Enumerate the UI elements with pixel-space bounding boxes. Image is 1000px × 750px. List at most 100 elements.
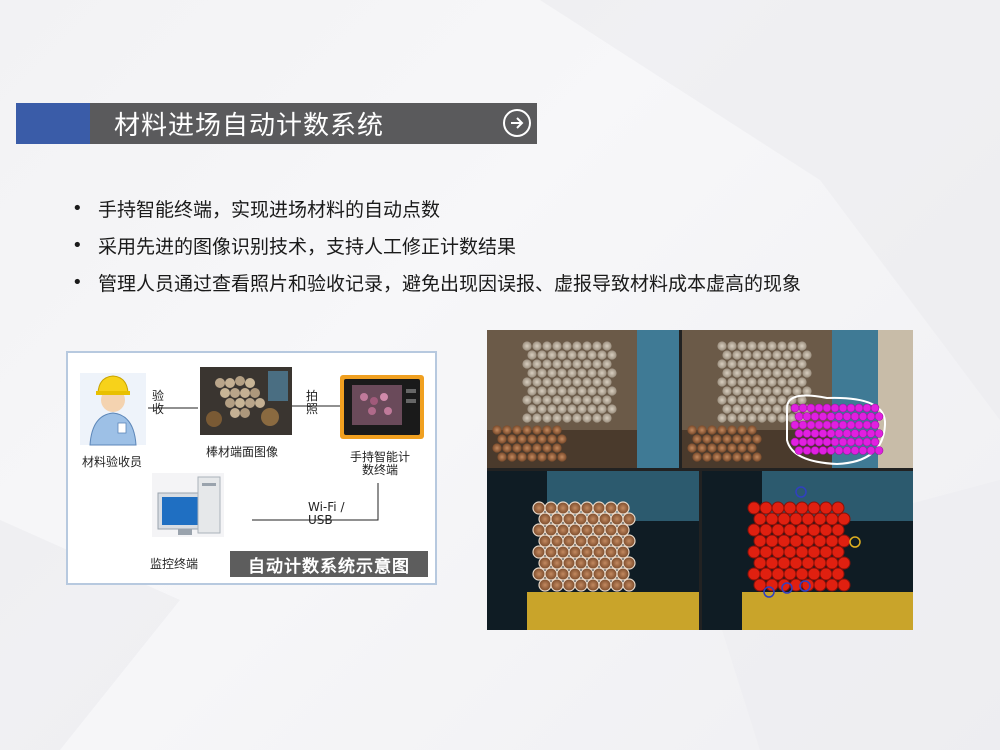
rebar-end xyxy=(568,545,582,559)
detection-marker xyxy=(771,501,785,515)
rebar-end xyxy=(567,368,577,378)
worker-icon xyxy=(80,373,146,446)
detection-marker xyxy=(826,446,836,455)
rebar-end xyxy=(692,434,702,444)
rebar-end xyxy=(757,413,767,423)
rebar-end xyxy=(592,523,606,537)
rebar-end xyxy=(737,341,747,351)
rebar-end xyxy=(782,386,792,396)
rebar-end xyxy=(622,534,636,548)
rebar-end xyxy=(762,368,772,378)
rebar-end xyxy=(752,368,762,378)
rebar-end xyxy=(767,395,777,405)
detection-marker xyxy=(846,437,856,447)
detection-marker xyxy=(842,412,852,421)
list-item: • 管理人员通过查看照片和验收记录，避免出现因误报、虚报导致材料成本虚高的现象 xyxy=(72,264,972,301)
rebar-end xyxy=(557,350,567,360)
rebar-end xyxy=(532,359,542,369)
detection-marker xyxy=(801,512,815,526)
rebar-end xyxy=(532,567,546,581)
detection-marker xyxy=(798,420,808,430)
rebar-end xyxy=(732,386,742,396)
detection-marker xyxy=(753,512,767,526)
detection-marker xyxy=(810,446,820,455)
rebar-end xyxy=(532,545,546,559)
detection-marker xyxy=(802,412,812,421)
rebar-end xyxy=(610,556,624,570)
rebar-end xyxy=(580,567,594,581)
rebar-end xyxy=(522,443,532,453)
rebar-end xyxy=(782,350,792,360)
rebar-end xyxy=(742,434,752,444)
rebar-end xyxy=(742,404,752,414)
rebar-end xyxy=(582,413,592,423)
rebar-end xyxy=(802,368,812,378)
rebar-end xyxy=(556,567,570,581)
detection-marker xyxy=(837,512,851,526)
rebar-end xyxy=(580,523,594,537)
rebar-end xyxy=(752,452,762,462)
rebar-end xyxy=(727,443,737,453)
rebar-end xyxy=(597,350,607,360)
rebar-end xyxy=(592,395,602,405)
detection-marker xyxy=(801,556,815,570)
rebar-end xyxy=(717,425,727,435)
detected-photo-bottom-right xyxy=(702,471,913,630)
rebar-end xyxy=(777,359,787,369)
rebar-end xyxy=(707,425,717,435)
rebar-end xyxy=(557,404,567,414)
rebar-end xyxy=(550,512,564,526)
rebar-end xyxy=(562,359,572,369)
detection-marker xyxy=(789,512,803,526)
detection-marker xyxy=(830,403,840,413)
monitor-label: 监控终端 xyxy=(150,557,199,571)
rebar-end xyxy=(544,567,558,581)
rebar-end xyxy=(607,350,617,360)
rebar-end xyxy=(556,523,570,537)
rebar-end xyxy=(762,404,772,414)
rebar-end xyxy=(712,452,722,462)
detection-marker xyxy=(825,556,839,570)
rebar-end xyxy=(616,523,630,537)
rebar-end xyxy=(727,377,737,387)
detection-marker xyxy=(819,545,833,559)
rebar-end xyxy=(622,578,636,592)
rebar-end xyxy=(532,443,542,453)
circle-arrow-right-icon[interactable] xyxy=(503,109,531,137)
rebar-end xyxy=(616,501,630,515)
detection-marker xyxy=(807,567,821,581)
rebar-end xyxy=(562,534,576,548)
detection-marker xyxy=(806,437,816,447)
rebar-end xyxy=(537,452,547,462)
rebar-end xyxy=(492,443,502,453)
rebar-end xyxy=(722,434,732,444)
rebar-end xyxy=(586,578,600,592)
rebar-end xyxy=(557,368,567,378)
rebar-end xyxy=(702,452,712,462)
detection-marker xyxy=(759,523,773,537)
rebar-end xyxy=(574,556,588,570)
detection-marker xyxy=(813,578,827,592)
detection-marker xyxy=(825,578,839,592)
rebar-end xyxy=(717,341,727,351)
rebar-end xyxy=(592,413,602,423)
rebar-end xyxy=(537,434,547,444)
rebar-end xyxy=(752,434,762,444)
rebar-end xyxy=(772,368,782,378)
rebar-end xyxy=(742,368,752,378)
rebar-end xyxy=(522,413,532,423)
rebar-end xyxy=(722,386,732,396)
rebar-end xyxy=(604,501,618,515)
rebar-end xyxy=(602,395,612,405)
detection-marker xyxy=(831,567,845,581)
detection-marker xyxy=(831,523,845,537)
rebar-end xyxy=(717,359,727,369)
rebar-end xyxy=(598,556,612,570)
detection-marker xyxy=(866,446,876,455)
detection-marker xyxy=(837,556,851,570)
detection-marker xyxy=(834,412,844,421)
detection-marker xyxy=(747,567,761,581)
rebar-end xyxy=(747,377,757,387)
rebar-end xyxy=(767,341,777,351)
monitor-terminal-icon xyxy=(152,473,224,537)
